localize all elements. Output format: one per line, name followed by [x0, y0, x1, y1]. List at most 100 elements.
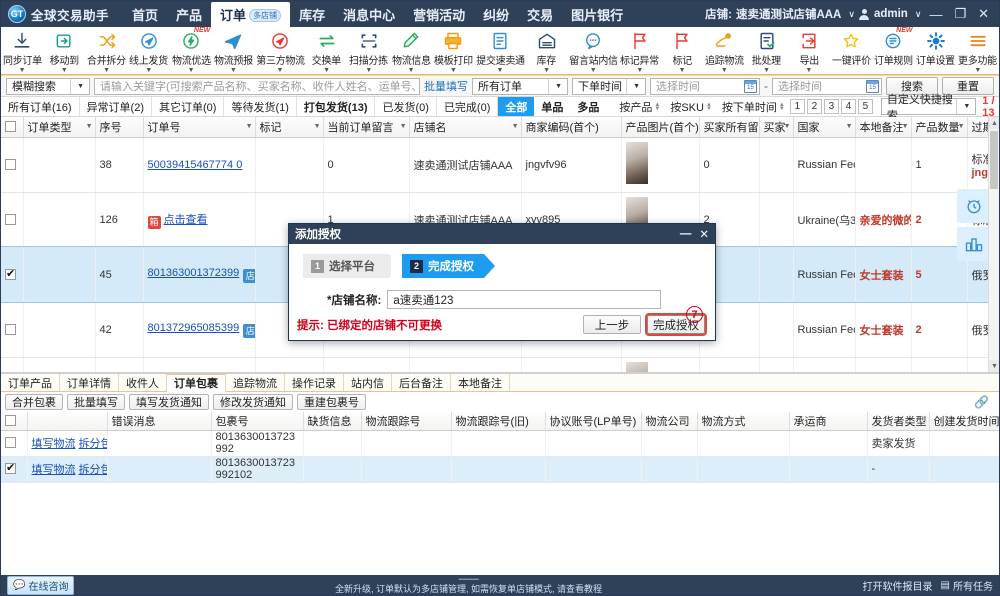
split-package-link[interactable]: 拆分包裹 — [79, 464, 106, 476]
column-menu-icon[interactable]: ▼ — [958, 123, 965, 130]
package-column-header-11[interactable]: 发货者类型▼ — [867, 412, 930, 431]
package-column-header-5[interactable]: 物流跟踪号 — [361, 412, 452, 431]
toolbar-rating-19[interactable]: 一键评价 — [830, 29, 872, 68]
time-type-select[interactable]: 下单时间 ▼ — [572, 77, 646, 95]
package-column-header-7[interactable]: 协议账号(LP单号) — [545, 412, 642, 431]
grid-column-header-10[interactable]: 买家 ▼ — [759, 117, 794, 138]
chevron-down-icon[interactable]: ▼ — [679, 67, 686, 74]
chevron-down-icon[interactable]: ▼ — [590, 67, 597, 74]
column-menu-icon[interactable]: ▼ — [86, 123, 93, 130]
toolbar-submit-11[interactable]: 提交速卖通 ▼ — [475, 29, 526, 74]
dialog-close-icon[interactable]: ✕ — [699, 227, 709, 241]
package-action-button-1[interactable]: 批量填写 — [67, 394, 125, 410]
package-column-header-4[interactable]: 缺货信息 — [303, 412, 362, 431]
package-column-header-1[interactable] — [27, 412, 108, 431]
table-row[interactable]: 38 50039415467774 0 0 速卖通测试店铺AAA jngvfv96 0 Ru… — [1, 137, 999, 193]
grid-column-header-5[interactable]: 当前订单留言 ▼ — [323, 117, 410, 138]
nav-item-7[interactable]: 交易 — [518, 2, 562, 27]
open-software-dir-link[interactable]: 打开软件报目录 — [863, 578, 933, 593]
date-from-input[interactable]: 选择时间 15 — [650, 77, 760, 95]
order-number-cell[interactable]: 801363001372399 店 — [143, 247, 256, 303]
split-package-link[interactable]: 拆分包裹 — [79, 438, 106, 450]
grid-column-header-11[interactable]: 国家 ▼ — [793, 117, 856, 138]
order-scope-select[interactable]: 所有订单 ▼ — [472, 77, 568, 95]
package-actions-cell[interactable]: 填写物流 拆分包裹 — [27, 456, 108, 483]
toolbar-more-22[interactable]: 更多功能 ▼ — [957, 29, 999, 74]
sort-arrows-icon[interactable]: ▲ ▼ — [779, 102, 785, 112]
chevron-down-icon[interactable]: ▼ — [145, 67, 152, 74]
order-number-link[interactable]: 50039415467774 0 — [148, 159, 243, 171]
toolbar-logistics-forecast-5[interactable]: 物流预报 ▼ — [212, 29, 254, 74]
column-menu-icon[interactable]: ▼ — [400, 123, 407, 130]
toolbar-pencil-9[interactable]: 物流信息 ▼ — [390, 29, 432, 74]
nav-item-2[interactable]: 订单 多店铺 — [211, 1, 291, 27]
detail-tab-8[interactable]: 本地备注 — [451, 374, 510, 391]
filter-tab-4[interactable]: 打包发货(13) — [296, 97, 376, 116]
shop-selector-chevron-down-icon[interactable]: ∨ — [848, 9, 855, 20]
nav-item-5[interactable]: 营销活动 — [404, 2, 474, 27]
link-chain-icon[interactable]: 🔗 — [974, 395, 995, 409]
shop-selector-name[interactable]: 速卖通测试店铺AAA — [736, 6, 841, 22]
package-column-header-12[interactable]: 创建发货时间 — [929, 412, 999, 431]
chevron-down-icon[interactable]: ▼ — [230, 67, 237, 74]
toolbar-flag-14[interactable]: 标记异常 ▼ — [619, 29, 661, 74]
order-number-cell[interactable]: 801372965085399 店 — [143, 302, 256, 358]
user-name[interactable]: admin — [874, 8, 908, 20]
grid-column-header-3[interactable]: 订单号 ▼ — [143, 117, 256, 138]
nav-item-6[interactable]: 纠纷 — [474, 2, 518, 27]
order-number-cell[interactable]: 箱点击查看 — [143, 192, 256, 248]
package-column-header-6[interactable]: 物流跟踪号(旧) — [451, 412, 546, 431]
toolbar-exchange-7[interactable]: 交换单 ▼ — [306, 29, 348, 74]
toolbar-printer-10[interactable]: 模板打印 ▼ — [432, 29, 474, 74]
page-button-1[interactable]: 1 — [789, 99, 805, 114]
grid-column-header-13[interactable]: 产品数量 ▼ — [911, 117, 968, 138]
order-number-link[interactable]: 点击查看 — [164, 214, 208, 226]
orders-grid-scrollbar[interactable]: ▲ ▼ — [988, 117, 999, 372]
row-checkbox[interactable] — [5, 158, 16, 170]
grid-column-header-12[interactable]: 本地备注 ▼ — [855, 117, 912, 138]
select-all-checkbox[interactable] — [5, 120, 16, 132]
order-number-cell[interactable]: 50039415467774 0 — [143, 137, 256, 193]
bar-chart-icon[interactable] — [957, 227, 991, 261]
package-action-button-4[interactable]: 重建包裹号 — [297, 394, 366, 410]
row-checkbox[interactable] — [5, 213, 16, 225]
chevron-down-icon[interactable]: ▼ — [323, 67, 330, 74]
quick-search-select[interactable]: 自定义快捷搜索 ▼ — [880, 94, 977, 122]
grid-column-header-1[interactable]: 订单类型 ▼ — [23, 117, 96, 138]
list-item[interactable]: 填写物流 拆分包裹 8013630013723992 卖家发货 — [1, 430, 999, 457]
chevron-down-icon[interactable]: ▼ — [450, 67, 457, 74]
chevron-down-icon[interactable]: ▼ — [19, 67, 26, 74]
chevron-down-icon[interactable]: ▼ — [805, 67, 812, 74]
row-select-cell[interactable] — [1, 137, 24, 193]
chevron-down-icon[interactable]: ▼ — [277, 67, 284, 74]
package-column-header-0[interactable] — [1, 412, 28, 431]
filter-tab-2[interactable]: 其它订单(0) — [152, 97, 225, 116]
column-menu-icon[interactable]: ▼ — [512, 123, 519, 130]
alarm-clock-icon[interactable] — [957, 189, 991, 223]
filter-tab-5[interactable]: 已发货(0) — [375, 97, 437, 116]
package-action-button-3[interactable]: 修改发货通知 — [213, 394, 293, 410]
product-image-cell[interactable] — [621, 357, 700, 372]
minimize-button[interactable]: — — [925, 7, 946, 22]
package-actions-cell[interactable]: 填写物流 拆分包裹 — [27, 430, 108, 457]
package-select-cell[interactable] — [1, 456, 28, 483]
row-select-cell[interactable] — [1, 247, 24, 303]
toolbar-warehouse-12[interactable]: 库存 ▼ — [526, 29, 568, 74]
all-tasks-button[interactable]: ▤ 所有任务 — [941, 578, 993, 593]
detail-tab-0[interactable]: 订单产品 — [1, 374, 60, 391]
chevron-down-icon[interactable]: ▼ — [636, 67, 643, 74]
wizard-step-select-platform[interactable]: 1 选择平台 — [303, 254, 400, 278]
chevron-down-icon[interactable]: ▼ — [543, 67, 550, 74]
filter-tab-1[interactable]: 异常订单(2) — [80, 97, 153, 116]
column-menu-icon[interactable]: ▼ — [750, 123, 757, 130]
package-row-checkbox[interactable] — [5, 437, 16, 448]
chevron-down-icon[interactable]: ▼ — [61, 67, 68, 74]
package-column-header-2[interactable]: 错误消息 — [107, 412, 212, 431]
nav-item-4[interactable]: 消息中心 — [334, 2, 404, 27]
chevron-down-icon[interactable]: ▼ — [365, 67, 372, 74]
calendar-icon[interactable]: 15 — [744, 79, 757, 93]
filter-tab-7[interactable]: 全部 — [498, 97, 535, 116]
toolbar-gear-21[interactable]: 订单设置 — [915, 29, 957, 68]
sort-arrows-icon[interactable]: ▲ ▼ — [706, 102, 712, 112]
detail-tab-3[interactable]: 订单包裹 — [167, 374, 226, 392]
